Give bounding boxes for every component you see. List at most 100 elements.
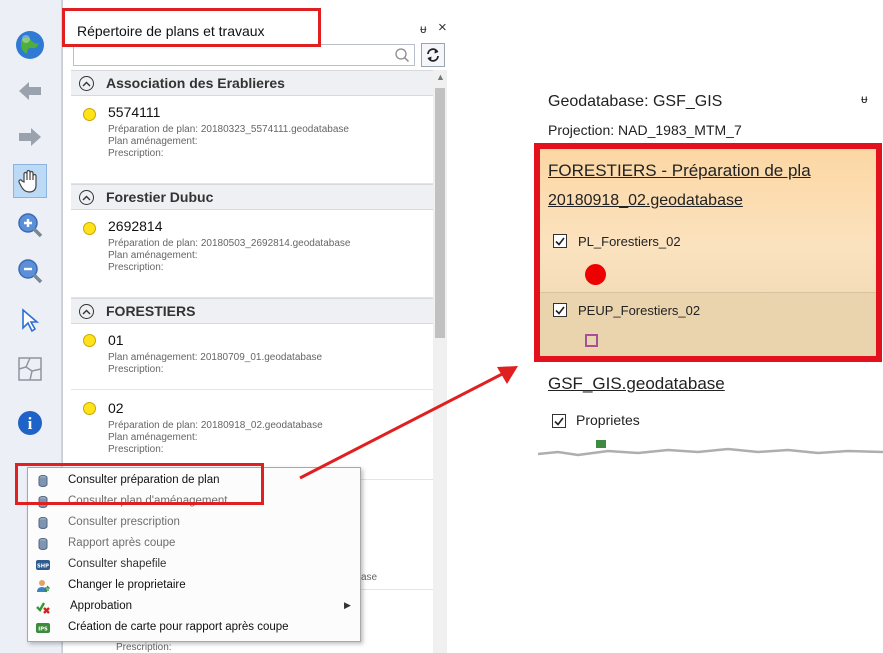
group-label: Forestier Dubuc (106, 189, 214, 205)
refresh-icon (427, 48, 439, 62)
item-id: 01 (108, 332, 124, 348)
database-icon (36, 516, 50, 530)
forward-arrow-icon[interactable] (13, 120, 47, 154)
owner-icon (36, 579, 50, 593)
list-item[interactable]: 01 Plan aménagement: 20180709_01.geodata… (71, 324, 435, 390)
menu-item-consult-amenagement[interactable]: Consulter plan d'aménagement (28, 492, 360, 513)
database-icon (36, 474, 50, 488)
database-icon (36, 495, 50, 509)
menu-item-label: Consulter shapefile (68, 558, 167, 570)
red-circle-symbol-icon (585, 264, 606, 285)
panel-title: Répertoire de plans et travaux (77, 23, 265, 39)
highlighted-layer-group: FORESTIERS - Préparation de pla 20180918… (534, 143, 882, 362)
zoom-in-icon[interactable] (13, 208, 47, 242)
status-dot (83, 222, 96, 235)
shapefile-icon: SHP (36, 558, 50, 572)
back-arrow-icon[interactable] (13, 74, 47, 108)
scroll-up-icon[interactable]: ▲ (436, 72, 445, 82)
geodatabase-title: Geodatabase: GSF_GIS (548, 93, 723, 110)
purple-square-symbol-icon (585, 334, 598, 347)
menu-item-label: Création de carte pour rapport après cou… (68, 621, 289, 633)
report-map-icon: IPS (36, 621, 50, 635)
item-line: Prescription: (108, 364, 164, 375)
item-id: 02 (108, 400, 124, 416)
list-item[interactable]: 2692814 Préparation de plan: 20180503_26… (71, 210, 435, 298)
search-row (73, 43, 447, 68)
status-dot (83, 334, 96, 347)
item-line: Préparation de plan: 20180918_02.geodata… (108, 420, 323, 431)
menu-item-approbation[interactable]: Approbation ▶ (28, 597, 360, 618)
item-line: Préparation de plan: 20180503_2692814.ge… (108, 238, 351, 249)
approval-icon (36, 600, 50, 614)
menu-item-label: Changer le proprietaire (68, 579, 186, 591)
search-icon[interactable] (394, 47, 410, 68)
menu-item-label: Approbation (70, 600, 133, 612)
list-item[interactable]: 5574111 Préparation de plan: 20180323_55… (71, 96, 435, 184)
panel-title-bar: Répertoire de plans et travaux ᵾ × (63, 18, 455, 42)
layer-checkbox[interactable] (553, 303, 567, 317)
submenu-arrow-icon: ▶ (344, 600, 351, 610)
collapse-icon[interactable] (79, 190, 94, 205)
layer-group-title[interactable]: FORESTIERS - Préparation de pla (548, 161, 811, 181)
search-input[interactable] (73, 44, 415, 66)
pan-hand-icon[interactable] (13, 164, 47, 198)
menu-item-label: Consulter préparation de plan (68, 474, 220, 486)
full-extent-icon[interactable] (13, 352, 47, 386)
group-label: FORESTIERS (106, 303, 196, 319)
select-pointer-icon[interactable] (13, 304, 47, 338)
layer-name: PEUP_Forestiers_02 (578, 303, 701, 318)
menu-item-consult-plan-prep[interactable]: Consulter préparation de plan (28, 471, 360, 492)
menu-item-label: Rapport après coupe (68, 537, 176, 549)
globe-icon[interactable] (13, 28, 47, 62)
database-icon (36, 537, 50, 551)
pin-icon[interactable]: ᵾ (861, 92, 868, 106)
layer-name: Proprietes (576, 412, 640, 428)
item-line: Prescription: (108, 262, 164, 273)
menu-item-change-owner[interactable]: Changer le proprietaire (28, 576, 360, 597)
item-line: Plan aménagement: (108, 136, 198, 147)
scroll-thumb[interactable] (435, 88, 445, 338)
item-line: Prescription: (108, 148, 164, 159)
item-id: 5574111 (108, 104, 161, 120)
menu-item-rapport-apres-coupe[interactable]: Rapport après coupe (28, 534, 360, 555)
plan-prep-group: FORESTIERS - Préparation de pla 20180918… (540, 149, 876, 292)
svg-text:SHP: SHP (37, 564, 49, 570)
pin-icon[interactable]: ᵾ (420, 22, 427, 36)
refresh-button[interactable] (421, 43, 445, 67)
geodatabase-group-title[interactable]: GSF_GIS.geodatabase (548, 374, 725, 394)
status-dot (83, 108, 96, 121)
item-line: Prescription: (108, 444, 164, 455)
layer-group-subtitle[interactable]: 20180918_02.geodatabase (548, 192, 743, 210)
item-line: Plan aménagement: 20180709_01.geodatabas… (108, 352, 323, 363)
item-line: Préparation de plan: 20180323_5574111.ge… (108, 124, 349, 135)
svg-text:i: i (28, 414, 33, 433)
status-dot (83, 402, 96, 415)
zoom-out-icon[interactable] (13, 254, 47, 288)
menu-item-consult-shapefile[interactable]: SHP Consulter shapefile (28, 555, 360, 576)
group-header[interactable]: Association des Erablieres (71, 70, 435, 96)
menu-item-label: Consulter prescription (68, 516, 180, 528)
item-id: 2692814 (108, 218, 163, 234)
menu-item-carte-rapport[interactable]: IPS Création de carte pour rapport après… (28, 618, 360, 639)
item-line-fragment: Prescription: (116, 642, 172, 653)
group-header[interactable]: FORESTIERS (71, 298, 435, 324)
group-label: Association des Erablieres (106, 75, 285, 91)
list-scrollbar[interactable]: ▲ (433, 70, 447, 653)
item-line-fragment: ase (361, 572, 378, 583)
collapse-icon[interactable] (79, 304, 94, 319)
projection-label: Projection: NAD_1983_MTM_7 (548, 122, 742, 138)
layer-checkbox[interactable] (552, 414, 566, 428)
menu-item-consult-prescription[interactable]: Consulter prescription (28, 513, 360, 534)
layer-name: PL_Forestiers_02 (578, 234, 681, 249)
peup-layer-row: PEUP_Forestiers_02 (540, 292, 876, 356)
close-icon[interactable]: × (438, 19, 447, 36)
svg-text:IPS: IPS (38, 627, 48, 633)
layer-table-of-contents: Geodatabase: GSF_GIS ᵾ Projection: NAD_1… (534, 80, 883, 462)
torn-edge (538, 440, 883, 462)
item-line: Plan aménagement: (108, 250, 198, 261)
group-header[interactable]: Forestier Dubuc (71, 184, 435, 210)
item-line: Plan aménagement: (108, 432, 198, 443)
info-icon[interactable]: i (13, 406, 47, 440)
layer-checkbox[interactable] (553, 234, 567, 248)
collapse-icon[interactable] (79, 76, 94, 91)
